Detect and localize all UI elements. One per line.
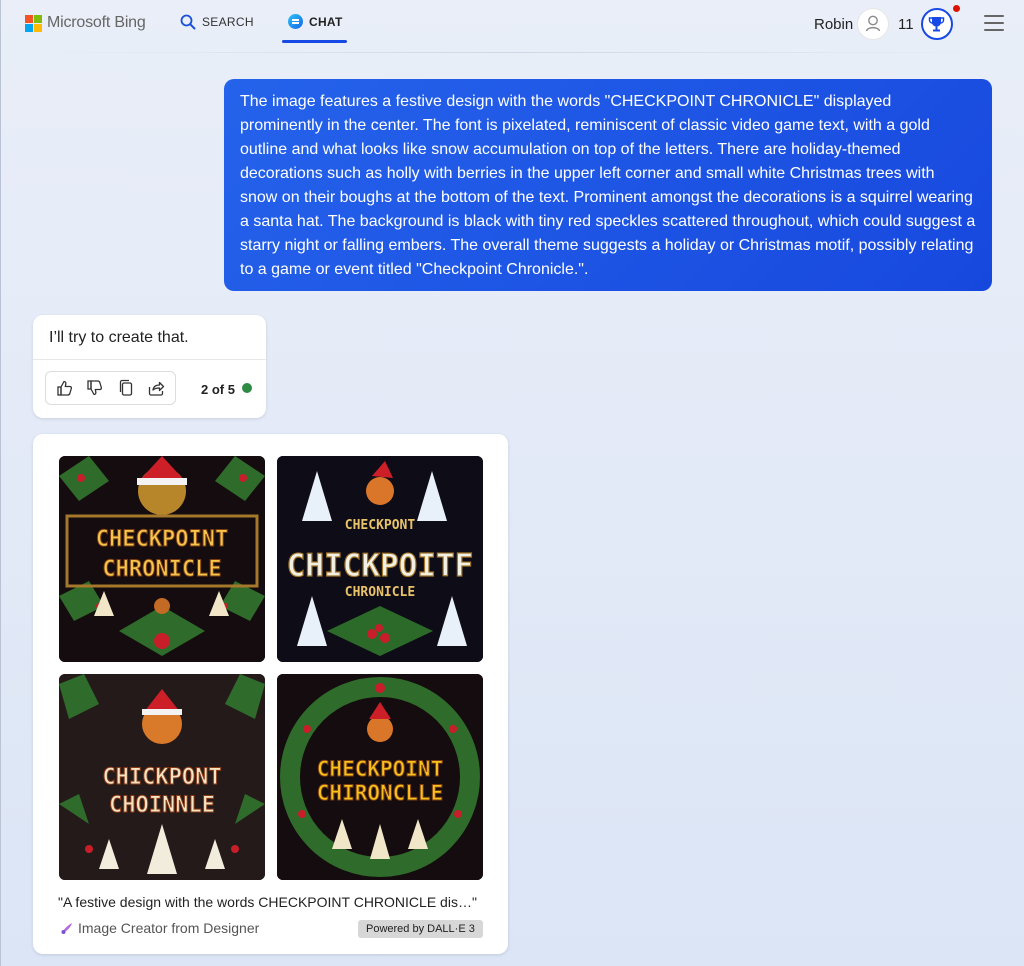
- generated-image-3[interactable]: CHICKPONT CHOINNLE: [59, 674, 265, 880]
- image-1-title-line-2: CHRONICLE: [102, 557, 221, 582]
- image-creator-label: Image Creator from Designer: [78, 920, 260, 936]
- image-creator-icon: [61, 923, 72, 934]
- image-2-title-line-3: CHRONICLE: [345, 585, 415, 600]
- image-4-title-line-1: CHECKPOINT: [317, 757, 443, 781]
- notification-dot: [953, 5, 960, 12]
- hamburger-menu-icon[interactable]: [984, 15, 1004, 31]
- image-result-card: CHECKPOINT CHRONICLE CHECKPONT CHICKPOIT…: [33, 434, 508, 954]
- chat-bubble-icon: [288, 14, 303, 29]
- image-creator-link[interactable]: Image Creator from Designer: [59, 920, 259, 936]
- tab-chat-label: CHAT: [309, 14, 343, 29]
- image-caption[interactable]: "A festive design with the words CHECKPO…: [58, 894, 488, 910]
- status-indicator: [242, 383, 252, 393]
- thumbs-down-icon[interactable]: [85, 378, 105, 398]
- bing-logo[interactable]: Microsoft Bing: [25, 14, 146, 32]
- reward-points[interactable]: 11: [898, 16, 914, 33]
- generated-image-4[interactable]: CHECKPOINT CHIRONCLLE: [277, 674, 483, 880]
- user-name[interactable]: Robin: [814, 16, 853, 33]
- image-3-title-line-1: CHICKPONT: [102, 765, 221, 790]
- user-icon: [865, 15, 881, 32]
- thumbs-up-icon[interactable]: [55, 378, 75, 398]
- powered-by-badge: Powered by DALL·E 3: [358, 920, 483, 938]
- image-3-title-line-2: CHOINNLE: [109, 793, 215, 818]
- image-1-title-line-1: CHECKPOINT: [96, 527, 228, 552]
- trophy-icon: [928, 17, 945, 32]
- active-tab-indicator: [282, 40, 347, 43]
- microsoft-logo-icon: [25, 14, 42, 32]
- rewards-button[interactable]: [921, 8, 953, 40]
- generated-image-2[interactable]: CHECKPONT CHICKPOITF CHRONICLE: [277, 456, 483, 662]
- bot-reply-text: I’ll try to create that.: [49, 329, 189, 346]
- share-icon[interactable]: [146, 378, 166, 398]
- user-message: The image features a festive design with…: [224, 79, 992, 291]
- copy-icon[interactable]: [116, 378, 136, 398]
- divider: [33, 359, 266, 360]
- logo-text: Microsoft Bing: [47, 14, 146, 31]
- top-bar: Microsoft Bing SEARCH CHAT Robin 11: [0, 0, 1024, 48]
- tab-search[interactable]: SEARCH: [180, 14, 254, 30]
- feedback-actions: [45, 371, 176, 405]
- tab-chat[interactable]: CHAT: [288, 14, 343, 29]
- bot-reply-card: I’ll try to create that. 2 of 5: [33, 315, 266, 418]
- image-2-title-line-2: CHICKPOITF: [287, 548, 474, 584]
- header-divider: [34, 52, 992, 53]
- tab-search-label: SEARCH: [202, 15, 254, 29]
- search-icon: [180, 14, 196, 30]
- response-page-count: 2 of 5: [201, 382, 235, 397]
- avatar[interactable]: [857, 8, 889, 40]
- image-4-title-line-2: CHIRONCLLE: [317, 781, 443, 805]
- generated-image-1[interactable]: CHECKPOINT CHRONICLE: [59, 456, 265, 662]
- image-2-title-line-1: CHECKPONT: [345, 518, 416, 533]
